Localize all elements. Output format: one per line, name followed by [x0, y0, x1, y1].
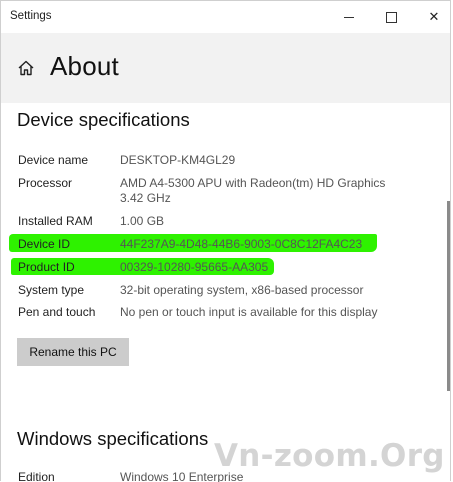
device-specs-heading: Device specifications [17, 109, 190, 130]
spec-value[interactable]: 44F237A9-4D48-44B6-9003-0C8C12FA4C23 [120, 237, 420, 252]
home-icon[interactable] [17, 59, 35, 77]
spec-value[interactable]: 32-bit operating system, x86-based proce… [120, 283, 410, 298]
spec-label: System type [18, 283, 85, 297]
spec-label: Pen and touch [18, 305, 96, 319]
close-button[interactable]: ✕ [411, 1, 453, 33]
spec-label: Device name [18, 153, 89, 167]
spec-value[interactable]: 00329-10280-95665-AA305 [120, 260, 410, 275]
settings-window: Settings ✕ About Device specifications D… [0, 0, 451, 482]
rename-pc-button[interactable]: Rename this PC [17, 338, 129, 366]
window-title: Settings [10, 10, 52, 22]
maximize-button[interactable] [368, 1, 414, 33]
title-bar: Settings ✕ [1, 1, 450, 33]
spec-label: Product ID [18, 260, 75, 274]
spec-value[interactable]: DESKTOP-KM4GL29 [120, 153, 410, 168]
close-icon: ✕ [428, 9, 440, 24]
windows-specs-heading: Windows specifications [17, 428, 209, 449]
scrollbar[interactable] [447, 103, 450, 482]
watermark: Vn-zoom.Org [214, 438, 445, 474]
spec-label: Installed RAM [18, 214, 93, 228]
spec-label: Processor [18, 176, 73, 190]
spec-label: Device ID [18, 237, 71, 251]
page-title: About [50, 51, 119, 81]
spec-value[interactable]: 1.00 GB [120, 214, 410, 229]
minimize-icon [344, 16, 354, 18]
scrollbar-thumb[interactable] [447, 201, 450, 391]
content-pane: Device specifications Device name DESKTO… [1, 103, 441, 482]
maximize-icon [385, 11, 397, 23]
spec-value[interactable]: AMD A4-5300 APU with Radeon(tm) HD Graph… [120, 176, 410, 206]
minimize-button[interactable] [326, 1, 372, 33]
spec-value[interactable]: No pen or touch input is available for t… [120, 305, 420, 320]
spec-label: Edition [18, 470, 55, 482]
